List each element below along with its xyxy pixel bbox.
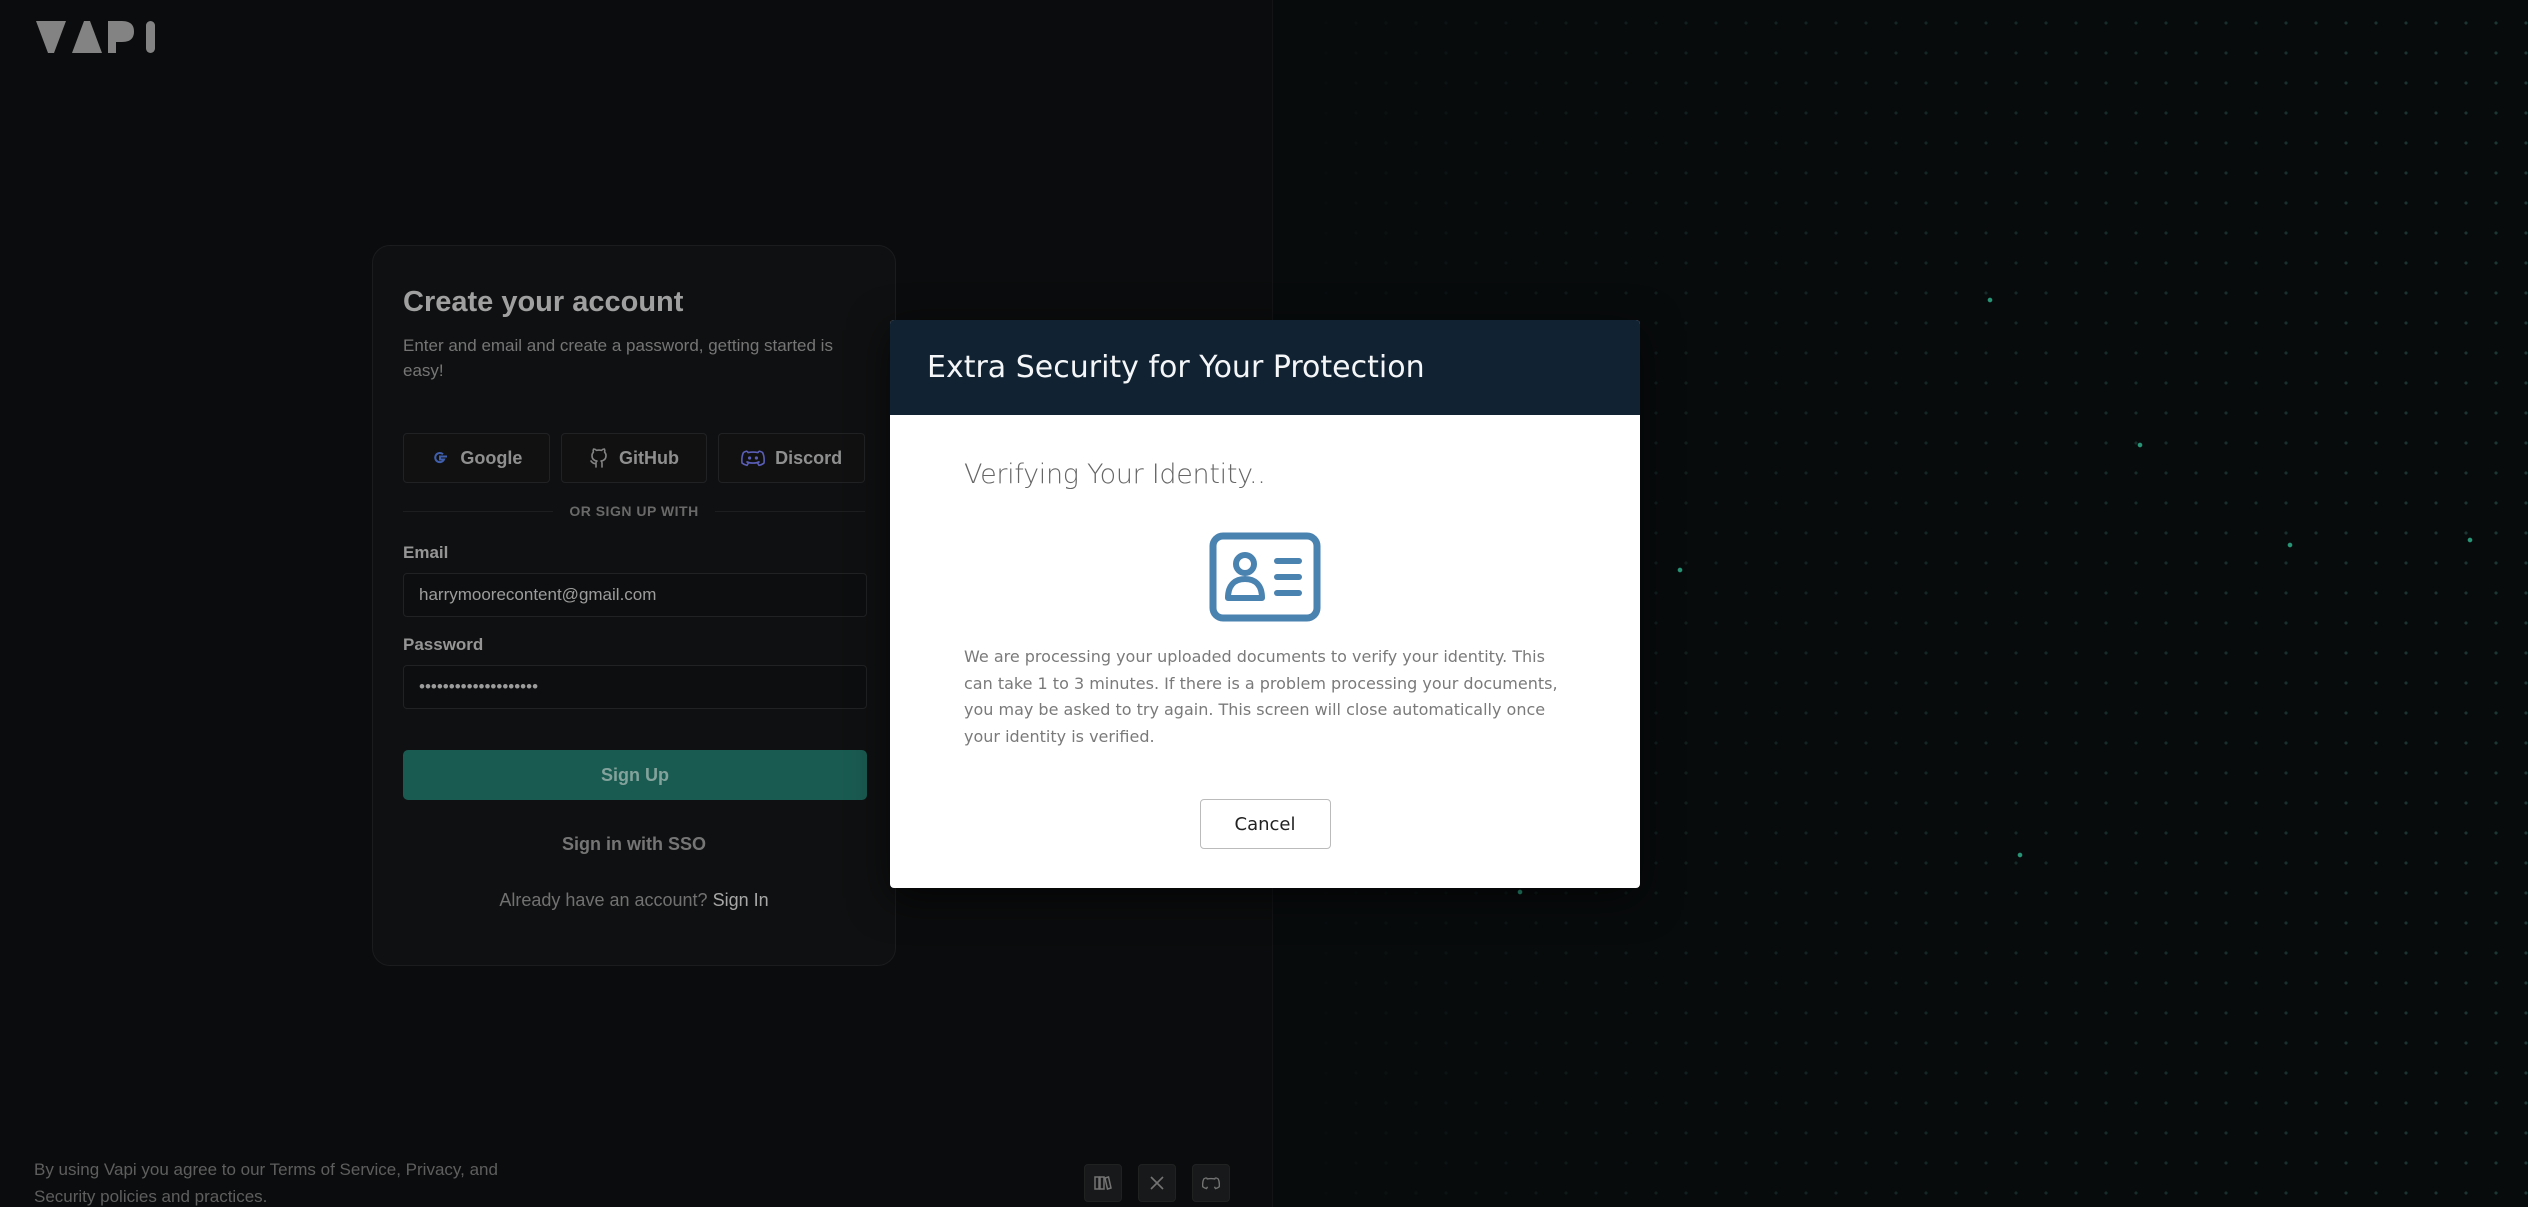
- cancel-button[interactable]: Cancel: [1199, 799, 1331, 849]
- modal-actions: Cancel: [964, 799, 1566, 849]
- modal-title: Verifying Your Identity..: [964, 459, 1266, 490]
- id-card-icon: [1209, 532, 1321, 622]
- verification-modal: Extra Security for Your Protection Verif…: [890, 320, 1640, 888]
- modal-message: We are processing your uploaded document…: [964, 647, 1558, 746]
- modal-body: Verifying Your Identity.. We are process…: [890, 415, 1640, 849]
- modal-header: Extra Security for Your Protection: [890, 320, 1640, 415]
